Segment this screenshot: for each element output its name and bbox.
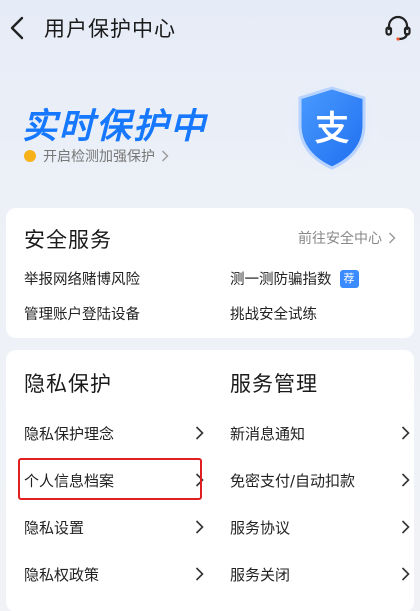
enable-detection-link[interactable]: 开启检测加强保护 xyxy=(24,146,169,166)
security-services-card: 安全服务 前往安全中心 举报网络赌博风险 测一测防骗指数 荐 管理账户登陆设备 … xyxy=(6,208,414,338)
report-gambling-item[interactable]: 举报网络赌博风险 xyxy=(24,268,140,289)
shield-icon: 支 xyxy=(278,71,386,179)
privacy-policy-label: 隐私权政策 xyxy=(24,566,100,584)
manage-devices-item[interactable]: 管理账户登陆设备 xyxy=(24,303,140,324)
service-agreement-item[interactable]: 服务协议 xyxy=(230,506,410,546)
privacy-policy-item[interactable]: 隐私权政策 xyxy=(24,553,204,593)
highlight-box xyxy=(18,458,202,500)
password-free-payment-item[interactable]: 免密支付/自动扣款 xyxy=(230,459,410,499)
chevron-right-icon xyxy=(401,426,410,440)
user-protection-page: 用户保护中心 实时保护中 开启检测加强保护 支 安全服务 前往安全中心 举报网络… xyxy=(0,0,420,611)
fraud-test-label: 测一测防骗指数 xyxy=(230,272,332,288)
chevron-right-icon xyxy=(195,567,204,581)
chevron-right-icon xyxy=(162,150,169,162)
security-services-title: 安全服务 xyxy=(24,228,112,252)
fraud-test-item[interactable]: 测一测防骗指数 荐 xyxy=(230,268,359,289)
chevron-right-icon xyxy=(401,473,410,487)
manage-devices-label: 管理账户登陆设备 xyxy=(24,307,140,323)
page-title: 用户保护中心 xyxy=(44,17,176,41)
chevron-right-icon xyxy=(401,567,410,581)
service-agreement-label: 服务协议 xyxy=(230,519,291,537)
enable-detection-label: 开启检测加强保护 xyxy=(43,149,155,165)
privacy-philosophy-label: 隐私保护理念 xyxy=(24,425,115,443)
chevron-left-icon xyxy=(10,16,24,40)
back-button[interactable] xyxy=(6,12,30,44)
service-close-item[interactable]: 服务关闭 xyxy=(230,553,410,593)
security-challenge-item[interactable]: 挑战安全试练 xyxy=(230,303,317,324)
report-gambling-label: 举报网络赌博风险 xyxy=(24,272,140,288)
privacy-and-service-card: 隐私保护 服务管理 隐私保护理念 个人信息档案 隐私设置 隐私权政策 新消息通知… xyxy=(6,350,414,611)
chevron-right-icon xyxy=(195,426,204,440)
privacy-title: 隐私保护 xyxy=(24,372,112,396)
security-challenge-label: 挑战安全试练 xyxy=(230,307,317,323)
new-message-notification-label: 新消息通知 xyxy=(230,425,306,443)
service-management-title: 服务管理 xyxy=(230,372,318,396)
chevron-right-icon xyxy=(401,520,410,534)
password-free-payment-label: 免密支付/自动扣款 xyxy=(230,472,356,490)
status-dot xyxy=(24,150,36,162)
chevron-right-icon xyxy=(195,520,204,534)
protection-status-hero: 实时保护中 开启检测加强保护 支 xyxy=(0,58,420,208)
go-security-center-label: 前往安全中心 xyxy=(298,231,382,247)
go-security-center-link[interactable]: 前往安全中心 xyxy=(298,228,396,248)
shield-glyph: 支 xyxy=(315,109,349,149)
service-close-label: 服务关闭 xyxy=(230,566,291,584)
headset-icon xyxy=(385,15,411,41)
chevron-right-icon xyxy=(389,232,396,244)
privacy-settings-item[interactable]: 隐私设置 xyxy=(24,506,204,546)
customer-service-button[interactable] xyxy=(382,12,414,44)
nav-bar: 用户保护中心 xyxy=(0,0,420,58)
privacy-philosophy-item[interactable]: 隐私保护理念 xyxy=(24,412,204,452)
privacy-settings-label: 隐私设置 xyxy=(24,519,85,537)
new-message-notification-item[interactable]: 新消息通知 xyxy=(230,412,410,452)
shield-illustration: 支 xyxy=(272,70,392,180)
protection-headline: 实时保护中 xyxy=(22,107,208,147)
recommend-badge: 荐 xyxy=(339,269,359,288)
